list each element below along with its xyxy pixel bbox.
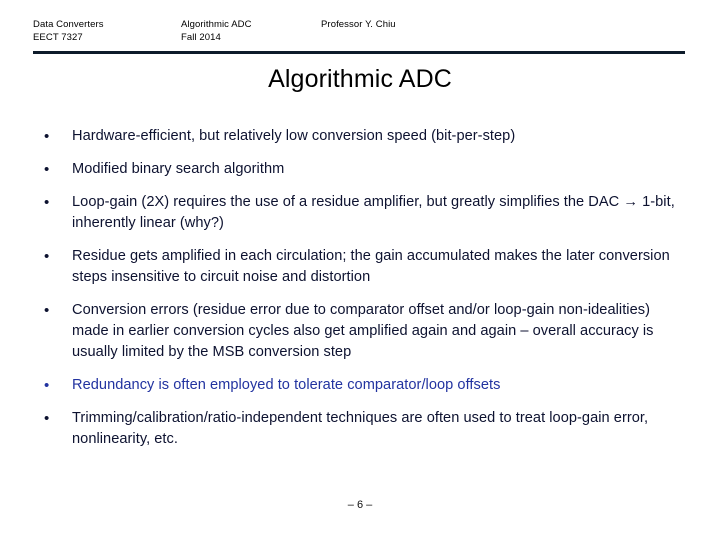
header-course-block: Data Converters EECT 7327	[33, 18, 104, 44]
header-divider-rule	[33, 51, 685, 54]
list-item: • Residue gets amplified in each circulat…	[40, 246, 690, 288]
header-instructor: Professor Y. Chiu	[321, 19, 396, 30]
slide-canvas: Data Converters EECT 7327 Algorithmic AD…	[0, 0, 720, 540]
list-item-text: Conversion errors (residue error due to …	[72, 302, 654, 360]
bullet-point-icon: •	[44, 128, 50, 145]
header-course-name: Data Converters	[33, 19, 104, 30]
list-item-text: Hardware-efficient, but relatively low c…	[72, 128, 516, 144]
header-topic: Algorithmic ADC	[181, 19, 252, 30]
list-item: • Conversion errors (residue error due to…	[40, 300, 690, 363]
bullet-point-icon: •	[44, 377, 50, 394]
list-item-text: Modified binary search algorithm	[72, 161, 285, 177]
list-item: • Hardware-efficient, but relatively low …	[40, 126, 690, 147]
list-item-text: Residue gets amplified in each circulati…	[72, 248, 670, 285]
page-number: – 6 –	[347, 499, 373, 511]
header-course-code: EECT 7327	[33, 32, 83, 43]
header-instructor-block: Professor Y. Chiu	[321, 18, 396, 31]
header-topic-block: Algorithmic ADC Fall 2014	[181, 18, 252, 44]
list-item: • Trimming/calibration/ratio-independent …	[40, 408, 690, 450]
bullet-point-icon: •	[44, 194, 50, 211]
header-term: Fall 2014	[181, 32, 221, 43]
bullet-point-icon: •	[44, 302, 50, 319]
list-item: • Modified binary search algorithm	[40, 159, 690, 180]
bullet-point-icon: •	[44, 161, 50, 178]
bullet-point-icon: •	[44, 410, 50, 427]
page-title: Algorithmic ADC	[268, 65, 452, 93]
list-item-text: Redundancy is often employed to tolerate…	[72, 377, 501, 393]
list-item-text: Trimming/calibration/ratio-independent t…	[72, 410, 649, 447]
bullet-point-icon: •	[44, 248, 50, 265]
slide-header: Data Converters EECT 7327 Algorithmic AD…	[33, 18, 685, 48]
bullet-list: • Hardware-efficient, but relatively low …	[40, 126, 690, 462]
list-item: • Loop-gain (2X) requires the use of a re…	[40, 192, 690, 234]
list-item: • Redundancy is often employed to tolerat…	[40, 375, 690, 396]
list-item-text: Loop-gain (2X) requires the use of a res…	[72, 194, 675, 231]
